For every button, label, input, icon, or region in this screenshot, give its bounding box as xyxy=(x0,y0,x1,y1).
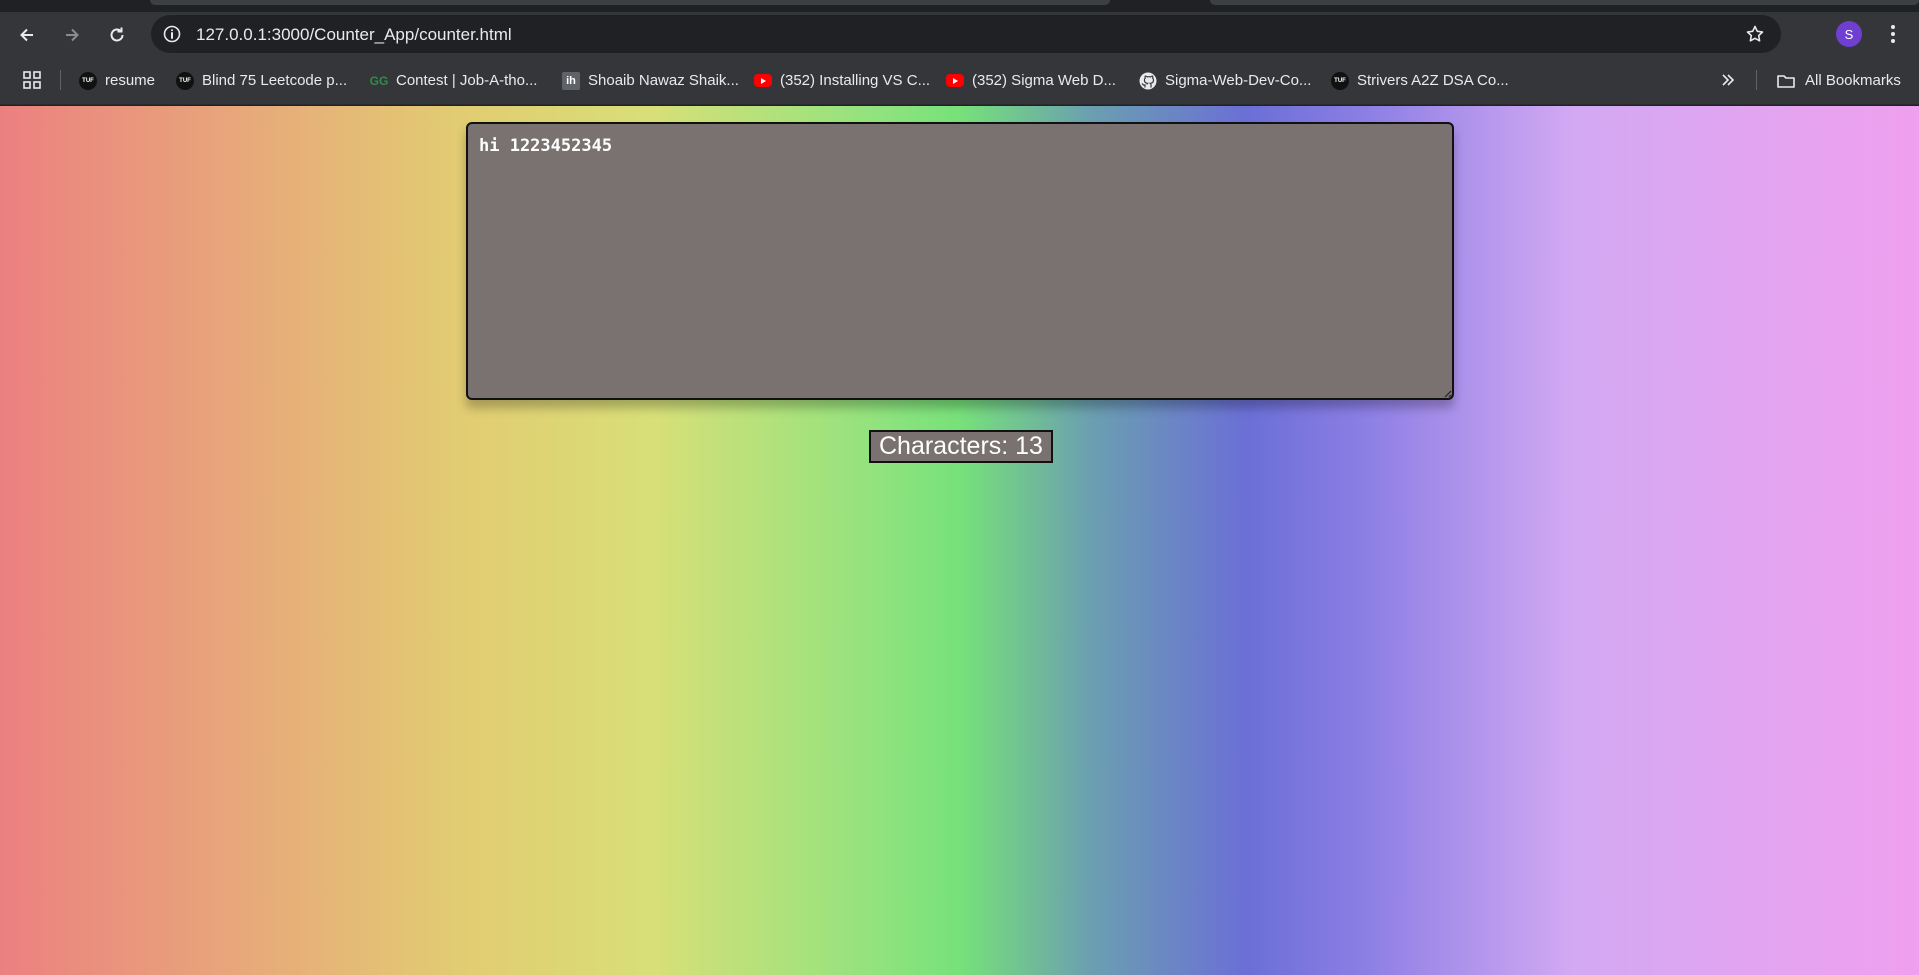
bookmarks-divider xyxy=(1756,70,1757,90)
arrow-left-icon xyxy=(20,28,33,42)
bookmark-item[interactable]: ih Shoaib Nawaz Shaik... xyxy=(562,68,739,93)
bookmark-item[interactable]: (352) Sigma Web D... xyxy=(946,68,1116,93)
folder-icon xyxy=(1777,74,1795,88)
bookmark-label: Contest | Job-A-tho... xyxy=(396,72,538,89)
youtube-icon xyxy=(754,74,772,87)
text-input-area[interactable]: hi 1223452345 xyxy=(466,122,1454,400)
bookmark-label: Strivers A2Z DSA Co... xyxy=(1357,72,1509,89)
bookmark-label: Blind 75 Leetcode p... xyxy=(202,72,348,89)
bookmark-item[interactable]: TUF resume xyxy=(79,68,155,93)
apps-grid-icon[interactable] xyxy=(22,70,42,90)
bookmark-label: Shoaib Nawaz Shaik... xyxy=(588,72,739,89)
address-bar[interactable]: 127.0.0.1:3000/Counter_App/counter.html xyxy=(151,15,1781,53)
tab[interactable] xyxy=(1210,0,1919,5)
youtube-icon xyxy=(946,74,964,87)
browser-menu-icon[interactable] xyxy=(1883,21,1903,47)
url-text[interactable]: 127.0.0.1:3000/Counter_App/counter.html xyxy=(196,25,512,45)
back-button[interactable] xyxy=(12,20,42,50)
bookmark-label: (352) Installing VS C... xyxy=(780,72,931,89)
bookmark-item[interactable]: (352) Installing VS C... xyxy=(754,68,930,93)
profile-avatar[interactable]: S xyxy=(1836,21,1862,47)
tuf-icon: TUF xyxy=(176,71,194,90)
resize-grip-icon[interactable] xyxy=(1442,388,1452,398)
bookmark-item[interactable]: TUF Strivers A2Z DSA Co... xyxy=(1331,68,1509,93)
chevron-double-right-icon[interactable] xyxy=(1718,70,1738,90)
bookmark-star-icon[interactable] xyxy=(1745,24,1765,44)
bookmark-item[interactable]: TUF Blind 75 Leetcode p... xyxy=(176,68,347,93)
bookmarks-divider xyxy=(60,70,61,90)
forward-button[interactable] xyxy=(57,20,87,50)
bookmark-label: resume xyxy=(105,72,156,89)
tab[interactable] xyxy=(150,0,1110,5)
reload-icon xyxy=(110,27,124,42)
tuf-icon: TUF xyxy=(79,71,97,90)
tuf-icon: TUF xyxy=(1331,71,1349,90)
all-bookmarks-button[interactable]: All Bookmarks xyxy=(1776,68,1901,93)
bookmark-item[interactable]: GG Contest | Job-A-tho... xyxy=(369,68,538,93)
character-count-label: Characters: 13 xyxy=(869,430,1053,463)
bookmark-item[interactable]: Sigma-Web-Dev-Co... xyxy=(1139,68,1311,93)
site-info-icon[interactable] xyxy=(161,23,183,45)
bookmarks-bar: TUF resume TUF Blind 75 Leetcode p... GG… xyxy=(0,56,1919,105)
bookmark-label: Sigma-Web-Dev-Co... xyxy=(1165,72,1312,89)
tab-strip xyxy=(0,0,1919,12)
ih-icon: ih xyxy=(562,71,580,90)
github-icon xyxy=(1139,72,1157,90)
reload-button[interactable] xyxy=(102,20,132,50)
all-bookmarks-label: All Bookmarks xyxy=(1805,72,1901,89)
bookmark-label: (352) Sigma Web D... xyxy=(972,72,1116,89)
arrow-right-icon xyxy=(66,28,79,42)
browser-toolbar: 127.0.0.1:3000/Counter_App/counter.html … xyxy=(0,12,1919,56)
gfg-icon: GG xyxy=(369,73,389,88)
